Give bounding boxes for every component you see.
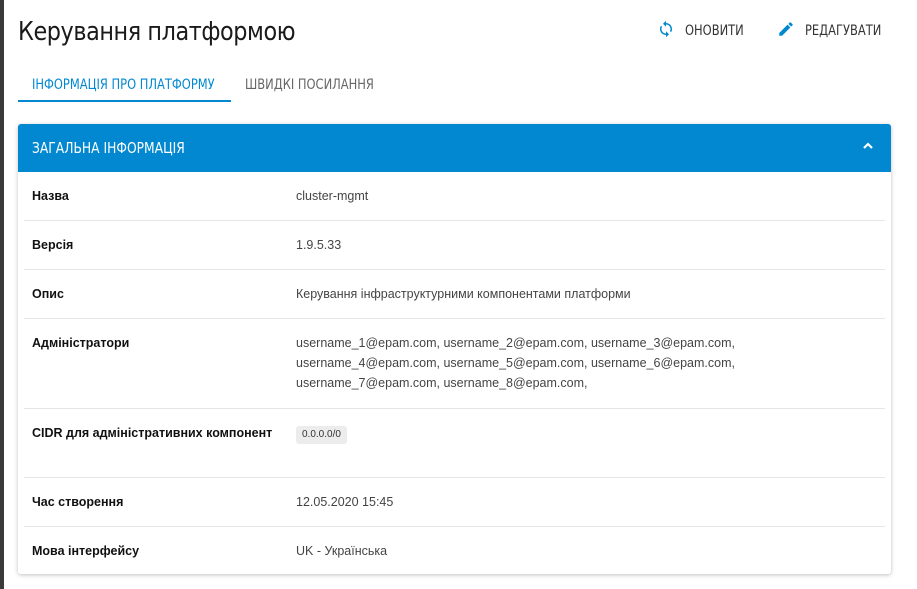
- card-title: Загальна інформація: [32, 139, 185, 157]
- info-row-name: Назва cluster-mgmt: [24, 172, 885, 221]
- info-key: Час створення: [32, 495, 124, 509]
- info-table: Назва cluster-mgmt Версія 1.9.5.33 Опис …: [18, 172, 891, 574]
- info-value: Керування інфраструктурними компонентами…: [296, 287, 631, 301]
- general-info-card: Загальна інформація Назва cluster-mgmt В…: [18, 124, 891, 574]
- info-row-version: Версія 1.9.5.33: [24, 221, 885, 270]
- info-value: UK - Українська: [296, 544, 388, 558]
- info-key: Назва: [32, 189, 69, 203]
- page-title: Керування платформою: [18, 17, 296, 47]
- info-row-admins: Адміністратори username_1@epam.com, user…: [24, 319, 885, 409]
- refresh-button[interactable]: Оновити: [657, 20, 745, 42]
- edit-button-label: Редагувати: [804, 23, 882, 39]
- admins-line: username_7@epam.com, username_8@epam.com…: [296, 376, 588, 390]
- info-key: CIDR для адміністративних компонент: [32, 426, 273, 440]
- info-value: cluster-mgmt: [296, 189, 369, 203]
- page-header: Керування платформою Оновити Редагувати: [18, 14, 891, 54]
- general-info-card-header[interactable]: Загальна інформація: [18, 124, 891, 172]
- info-row-cidr: CIDR для адміністративних компонент 0.0.…: [24, 409, 885, 478]
- info-value: username_1@epam.com, username_2@epam.com…: [296, 333, 877, 392]
- refresh-icon: [657, 20, 675, 42]
- tab-platform-info-label: Інформація про платформу: [32, 77, 215, 93]
- tab-quick-links-label: Швидкі посилання: [245, 77, 374, 93]
- info-key: Адміністратори: [32, 336, 130, 350]
- info-row-language: Мова інтерфейсу UK - Українська: [24, 527, 885, 574]
- info-value: 12.05.2020 15:45: [296, 495, 394, 509]
- info-value: 0.0.0.0/0: [296, 423, 877, 461]
- cidr-chip: 0.0.0.0/0: [296, 426, 347, 444]
- refresh-button-label: Оновити: [685, 23, 745, 39]
- chevron-up-icon[interactable]: [861, 139, 875, 158]
- info-row-description: Опис Керування інфраструктурними компоне…: [24, 270, 885, 319]
- info-value: 1.9.5.33: [296, 238, 342, 252]
- edit-button[interactable]: Редагувати: [777, 20, 884, 42]
- tab-platform-info[interactable]: Інформація про платформу: [18, 72, 231, 102]
- admins-line: username_4@epam.com, username_5@epam.com…: [296, 356, 735, 370]
- platform-management-page: Керування платформою Оновити Редагувати …: [18, 0, 891, 589]
- info-row-created: Час створення 12.05.2020 15:45: [24, 478, 885, 527]
- header-actions: Оновити Редагувати: [657, 20, 884, 42]
- tab-quick-links[interactable]: Швидкі посилання: [231, 72, 381, 102]
- pencil-icon: [777, 20, 795, 42]
- left-edge-bar: [0, 0, 4, 589]
- info-key: Мова інтерфейсу: [32, 544, 140, 558]
- admins-line: username_1@epam.com, username_2@epam.com…: [296, 336, 735, 350]
- info-key: Опис: [32, 287, 64, 301]
- info-key: Версія: [32, 238, 74, 252]
- tab-bar: Інформація про платформу Швидкі посиланн…: [18, 72, 381, 102]
